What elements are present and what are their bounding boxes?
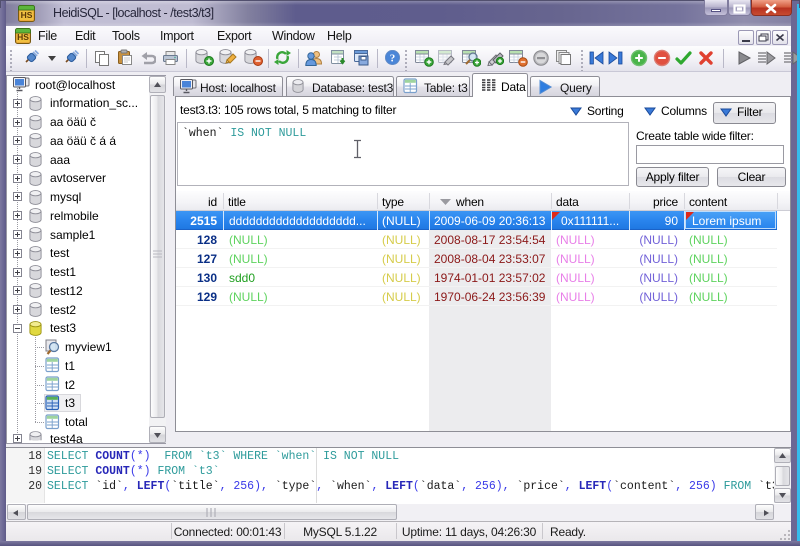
svg-text:HS: HS — [21, 10, 33, 20]
svg-text:HS: HS — [17, 32, 29, 42]
svg-text:?: ? — [390, 53, 396, 65]
